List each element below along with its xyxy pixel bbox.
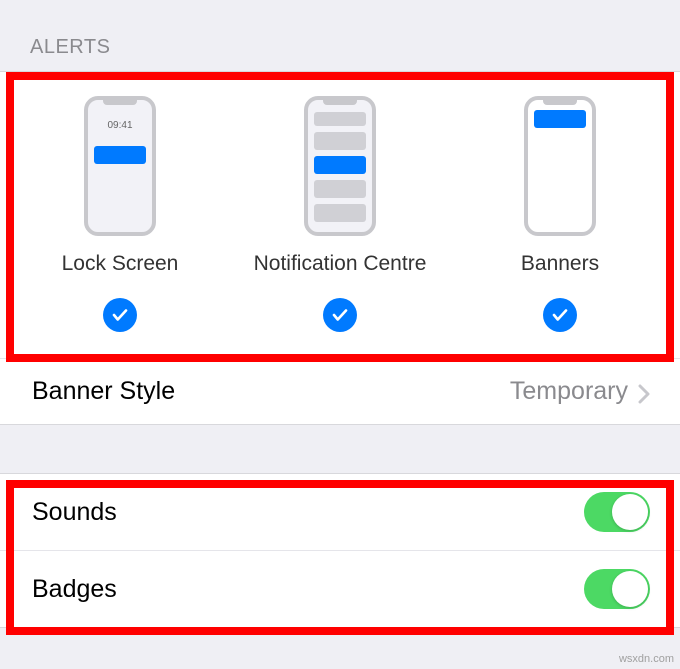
alert-option-notification-centre[interactable]: Notification Centre	[230, 96, 450, 332]
alert-label-banners: Banners	[521, 252, 599, 276]
alert-label-lock-screen: Lock Screen	[62, 252, 179, 276]
alert-option-banners[interactable]: Banners	[450, 96, 670, 332]
watermark-text: wsxdn.com	[619, 653, 674, 665]
checkmark-icon[interactable]	[103, 298, 137, 332]
chevron-right-icon	[638, 382, 650, 402]
alerts-section-header: ALERTS	[0, 0, 680, 71]
lock-screen-icon: 09:41	[84, 96, 156, 236]
alerts-panel: 09:41 Lock Screen Notification Centre	[0, 71, 680, 425]
options-panel: Sounds Badges	[0, 473, 680, 628]
badges-label: Badges	[32, 575, 117, 604]
badges-toggle[interactable]	[584, 569, 650, 609]
alerts-options-row: 09:41 Lock Screen Notification Centre	[0, 72, 680, 358]
alert-label-notification-centre: Notification Centre	[254, 252, 427, 276]
banner-style-row[interactable]: Banner Style Temporary	[0, 358, 680, 424]
notification-centre-icon	[304, 96, 376, 236]
banners-icon	[524, 96, 596, 236]
alert-option-lock-screen[interactable]: 09:41 Lock Screen	[10, 96, 230, 332]
sounds-toggle[interactable]	[584, 492, 650, 532]
sounds-row: Sounds	[0, 474, 680, 550]
banner-style-label: Banner Style	[32, 377, 175, 406]
badges-row: Badges	[0, 550, 680, 627]
sounds-label: Sounds	[32, 498, 117, 527]
banner-style-value: Temporary	[510, 377, 650, 406]
checkmark-icon[interactable]	[323, 298, 357, 332]
checkmark-icon[interactable]	[543, 298, 577, 332]
